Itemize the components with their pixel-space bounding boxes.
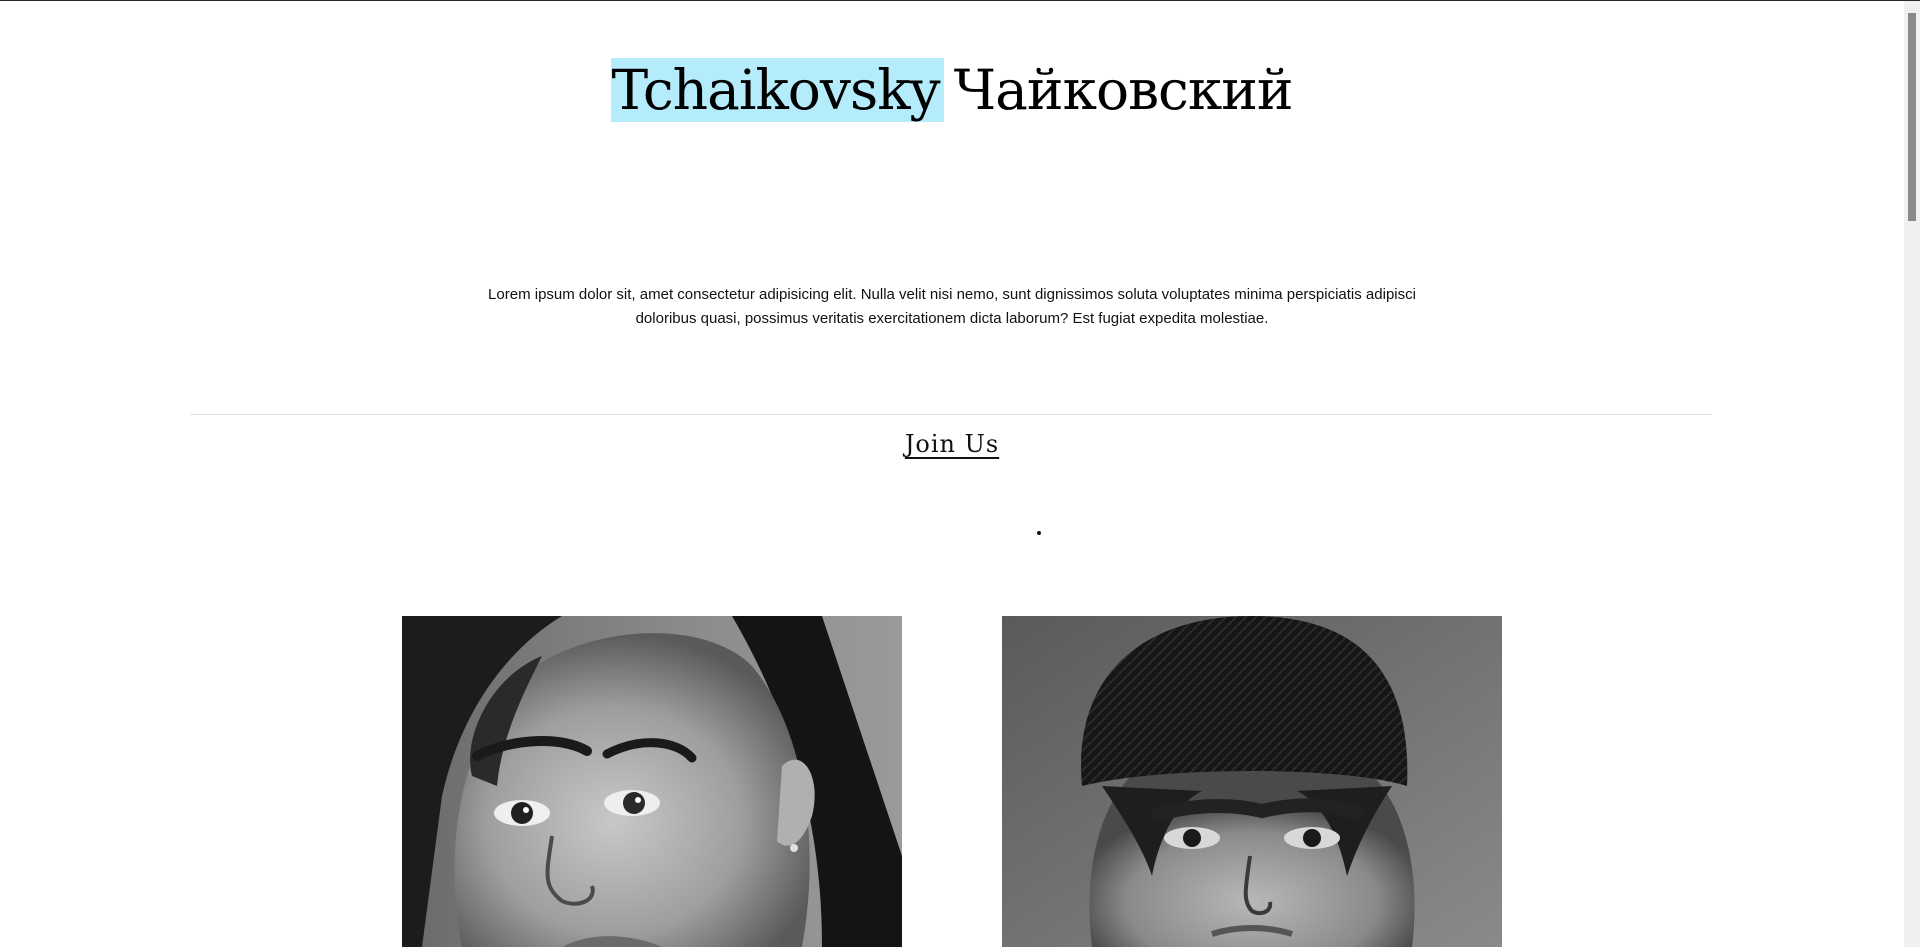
- vertical-scrollbar[interactable]: [1904, 1, 1920, 947]
- section-divider: [190, 414, 1712, 415]
- page: Tchaikovsky Чайковский Lorem ipsum dolor …: [0, 0, 1904, 947]
- intro-paragraph: Lorem ipsum dolor sit, amet consectetur …: [488, 286, 1416, 327]
- join-us-link[interactable]: Join Us: [905, 430, 999, 458]
- scrollbar-thumb[interactable]: [1908, 13, 1916, 221]
- bullet-dot: [1037, 531, 1041, 535]
- gallery-photo-1[interactable]: [402, 616, 902, 947]
- gallery-photo-2[interactable]: [1002, 616, 1502, 947]
- page-title: Tchaikovsky Чайковский: [0, 50, 1904, 130]
- join-section: Join Us: [0, 430, 1904, 458]
- portrait-image: [402, 616, 902, 947]
- portrait-image: [1002, 616, 1502, 947]
- title-latin: Tchaikovsky: [611, 58, 944, 122]
- title-cyrillic: Чайковский: [953, 58, 1294, 122]
